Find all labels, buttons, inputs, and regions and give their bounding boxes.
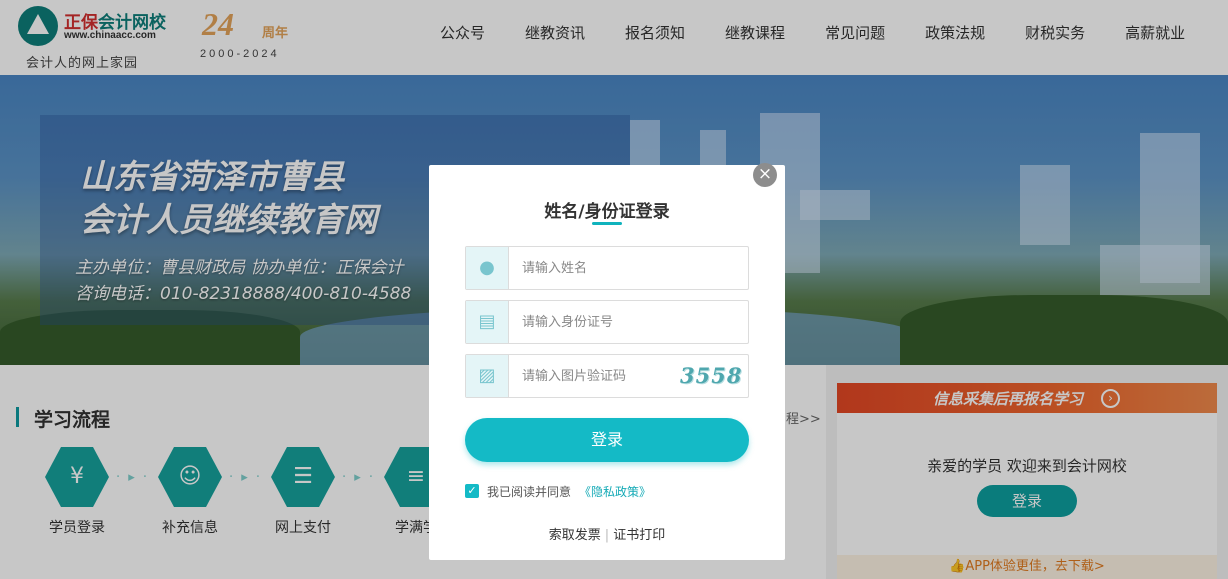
captcha-input[interactable] bbox=[510, 355, 676, 397]
modal-footer-links: 索取发票 | 证书打印 bbox=[429, 524, 785, 543]
certificate-print-link[interactable]: 证书打印 bbox=[613, 528, 665, 543]
modal-title: 姓名/身份证登录 bbox=[544, 202, 670, 222]
privacy-policy-link[interactable]: 《隐私政策》 bbox=[579, 483, 651, 500]
invoice-link[interactable]: 索取发票 bbox=[549, 528, 601, 543]
user-icon: ● bbox=[466, 247, 509, 289]
title-underline bbox=[592, 222, 622, 225]
id-card-icon: ▤ bbox=[466, 301, 509, 343]
close-icon[interactable]: × bbox=[753, 163, 777, 187]
login-button[interactable]: 登录 bbox=[465, 418, 749, 462]
agree-text: 我已阅读并同意 bbox=[487, 485, 572, 499]
link-separator: | bbox=[604, 528, 610, 543]
agree-checkbox[interactable]: ✓ bbox=[465, 484, 479, 498]
name-field: ● bbox=[465, 246, 749, 290]
id-field: ▤ bbox=[465, 300, 749, 344]
id-number-input[interactable] bbox=[510, 301, 746, 343]
image-icon: ▨ bbox=[466, 355, 509, 397]
captcha-image[interactable]: 3558 bbox=[680, 361, 744, 391]
captcha-field: ▨ 3558 bbox=[465, 354, 749, 398]
login-modal: × 姓名/身份证登录 ● ▤ ▨ 3558 登录 ✓ 我已阅读并同意 《隐私政策… bbox=[429, 163, 785, 560]
name-input[interactable] bbox=[510, 247, 746, 289]
